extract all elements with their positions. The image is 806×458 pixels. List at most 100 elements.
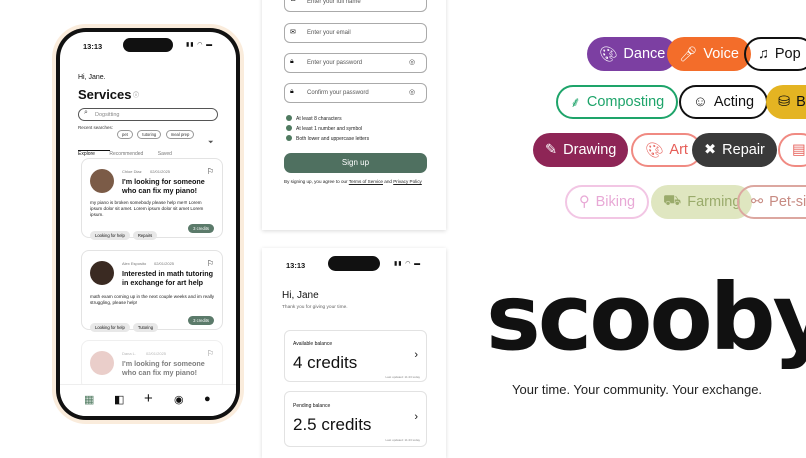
- tag: Tutoring: [132, 323, 159, 332]
- stamp-icon: ⛁: [778, 94, 791, 110]
- bookmark-icon[interactable]: ⚐: [207, 259, 214, 268]
- recent-chip[interactable]: pet: [117, 130, 133, 139]
- card-author: Dana L.: [122, 351, 137, 356]
- bookmark-icon[interactable]: ⚐: [207, 349, 214, 358]
- eye-off-icon[interactable]: ◎: [409, 58, 415, 66]
- pill-drawing[interactable]: ✎ Drawing: [533, 133, 629, 167]
- recent-chip[interactable]: meal prep: [165, 130, 195, 139]
- card-body: math exam coming up in the next couple w…: [90, 294, 215, 305]
- palette-icon: 🎨︎: [599, 46, 618, 63]
- password-rule: At least 1 number and symbol: [286, 125, 362, 132]
- last-updated: Last updated: 11:23 today: [385, 375, 420, 379]
- card-title: Interested in math tutoring in exchange …: [122, 269, 214, 287]
- pill-pet-sit[interactable]: ⚯Pet-sit: [737, 185, 806, 219]
- available-value: 4 credits: [293, 353, 358, 372]
- chevron-right-icon[interactable]: ›: [414, 411, 418, 423]
- signup-button[interactable]: Sign up: [284, 153, 427, 173]
- credits-badge: 3 credits: [188, 316, 214, 325]
- fullname-field[interactable]: Enter your full name: [284, 0, 427, 12]
- recent-chip[interactable]: tutoring: [137, 130, 162, 139]
- greeting: Hi, Jane: [282, 290, 319, 301]
- bone-icon: ⚯: [751, 194, 764, 210]
- subtitle: Thank you for giving your time.: [282, 305, 348, 310]
- tools-icon: ✖: [704, 142, 717, 158]
- profile-icon[interactable]: ●: [204, 393, 211, 405]
- brush-icon: ✎: [545, 142, 558, 158]
- pill-acting[interactable]: ☺ Acting: [679, 85, 769, 119]
- search-icon: ⌕: [84, 109, 88, 116]
- scooby-logo: scooby: [486, 264, 806, 371]
- card-tags: Looking for help Repairs: [90, 224, 160, 242]
- recent-chips: pet tutoring meal prep: [117, 123, 195, 141]
- add-icon[interactable]: +: [144, 390, 153, 407]
- tag: Repairs: [132, 231, 158, 240]
- dynamic-island: [328, 256, 380, 271]
- terms-link[interactable]: Terms of Service: [349, 179, 383, 184]
- last-updated: Last updated: 11:23 today: [385, 438, 420, 442]
- pill-repair[interactable]: ✖ Repair: [692, 133, 777, 167]
- filter-icon[interactable]: ⏷: [208, 139, 214, 147]
- tag: Looking for help: [90, 323, 130, 332]
- lock-icon: 🔒︎: [290, 58, 294, 65]
- privacy-link[interactable]: Privacy Policy: [393, 179, 422, 184]
- confirm-password-field[interactable]: Confirm your password: [284, 83, 427, 103]
- email-field[interactable]: Enter your email: [284, 23, 427, 43]
- available-balance-card[interactable]: Available balance 4 credits › Last updat…: [284, 330, 427, 382]
- card-body: my piano is broken somebody please help …: [90, 200, 204, 217]
- balance-panel: 13:13 ▮▮ ◠ ▬ Hi, Jane Thank you for givi…: [262, 248, 446, 458]
- palette-icon: 🎨︎: [645, 142, 664, 159]
- service-card[interactable]: Dana L. 02/01/2025 ⚐ I'm looking for som…: [81, 340, 223, 390]
- card-author: Chloe Diaz: [122, 169, 142, 174]
- signup-panel: Enter your full name ♙ Enter your email …: [262, 0, 446, 230]
- pill-ba[interactable]: ⛁Ba: [766, 85, 806, 119]
- pending-balance-card[interactable]: Pending balance 2.5 credits › Last updat…: [284, 391, 427, 447]
- password-field[interactable]: Enter your password: [284, 53, 427, 73]
- recent-searches-label: Recent searches:: [78, 125, 114, 130]
- tag: Looking for help: [90, 231, 130, 240]
- bookmark-icon[interactable]: ⚐: [207, 167, 214, 176]
- pending-value: 2.5 credits: [293, 415, 372, 434]
- eye-off-icon[interactable]: ◎: [409, 88, 415, 96]
- brand-tagline: Your time. Your community. Your exchange…: [512, 382, 763, 397]
- wallet-icon[interactable]: ◧: [114, 393, 124, 406]
- check-icon: [286, 125, 292, 131]
- card-date: 02/01/2025: [150, 169, 171, 174]
- card-title: I'm looking for someone who can fix my p…: [122, 177, 205, 195]
- status-icons: ▮▮ ◠ ▬: [394, 261, 422, 267]
- info-icon[interactable]: ⓘ: [133, 90, 139, 99]
- pill-dance[interactable]: 🎨︎ Dance: [587, 37, 678, 71]
- grid-icon[interactable]: ▦: [84, 393, 94, 406]
- pill-composting[interactable]: ⸙ Composting: [556, 85, 679, 119]
- pill-voice[interactable]: 🎤︎ Voice: [667, 37, 751, 71]
- chat-icon[interactable]: ◉: [174, 393, 184, 406]
- music-note-icon: ♫: [758, 46, 769, 62]
- avatar: [90, 169, 114, 193]
- service-card[interactable]: Alex Esposito 02/01/2025 ⚐ Interested in…: [81, 250, 223, 332]
- pill-pop[interactable]: ♫ Pop: [744, 37, 806, 71]
- check-icon: [286, 135, 292, 141]
- tab-explore[interactable]: Explore: [78, 151, 95, 157]
- microphone-icon: 🎤︎: [679, 46, 698, 63]
- credits-badge: 3 credits: [188, 224, 214, 233]
- bottom-nav: ▦ ◧ + ◉ ●: [60, 384, 236, 416]
- trowel-icon: ⸙: [570, 95, 581, 111]
- service-card[interactable]: Chloe Diaz 02/01/2025 ⚐ I'm looking for …: [81, 158, 223, 240]
- card-tags: Looking for help Tutoring: [90, 316, 161, 334]
- tractor-icon: ⛟: [663, 193, 682, 209]
- tab-recommended[interactable]: Recommended: [109, 151, 143, 157]
- card-date: 02/01/2025: [146, 351, 167, 356]
- check-icon: [286, 115, 292, 121]
- tab-underline: [78, 150, 110, 151]
- mask-icon: ☺: [693, 94, 708, 110]
- tab-saved[interactable]: Saved: [158, 151, 172, 157]
- password-rule: At least 8 characters: [286, 115, 342, 122]
- avatar: [90, 351, 114, 375]
- pill-partial[interactable]: ▤: [778, 133, 806, 167]
- chevron-right-icon[interactable]: ›: [414, 349, 418, 361]
- greeting: Hi, Jane.: [78, 74, 106, 81]
- search-input[interactable]: Dogsitting: [78, 108, 218, 121]
- available-label: Available balance: [293, 341, 333, 347]
- card-date: 02/01/2025: [154, 261, 175, 266]
- avatar: [90, 261, 114, 285]
- pill-biking[interactable]: ⚲ Biking: [565, 185, 650, 219]
